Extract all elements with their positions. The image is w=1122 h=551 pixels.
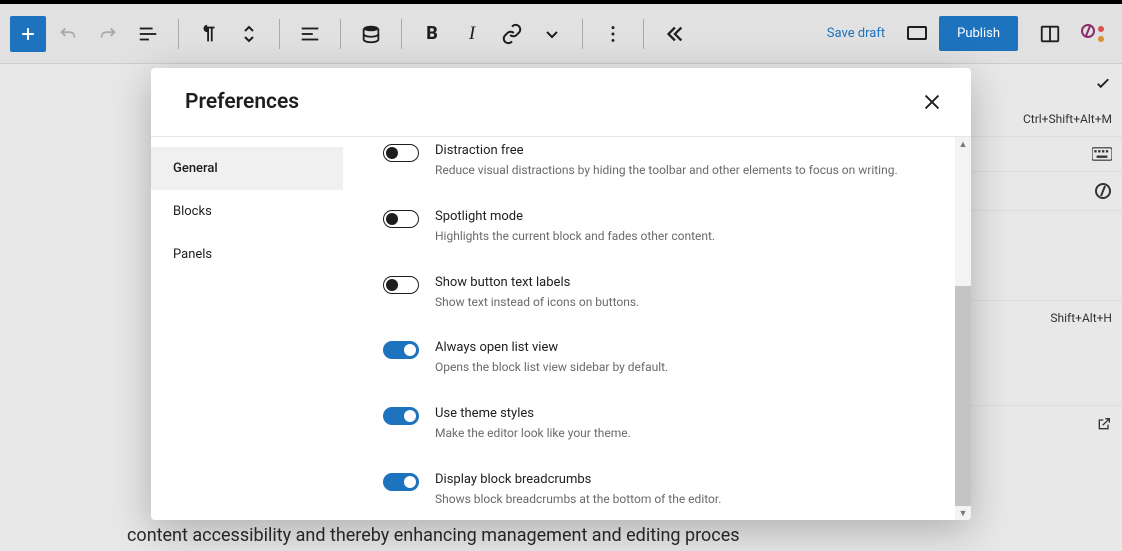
close-icon	[921, 91, 943, 113]
preferences-modal: Preferences General Blocks Panels Distra…	[151, 68, 971, 520]
toggle-breadcrumbs[interactable]	[383, 473, 419, 491]
tab-blocks[interactable]: Blocks	[151, 190, 343, 233]
pref-desc: Show text instead of icons on buttons.	[435, 294, 915, 311]
pref-label: Use theme styles	[435, 406, 917, 421]
pref-spotlight-mode: Spotlight mode Highlights the current bl…	[383, 197, 917, 263]
pref-label: Distraction free	[435, 143, 917, 158]
scrollbar[interactable]: ▲ ▼	[955, 137, 971, 520]
pref-desc: Shows block breadcrumbs at the bottom of…	[435, 491, 915, 508]
pref-desc: Opens the block list view sidebar by def…	[435, 359, 915, 376]
toggle-spotlight-mode[interactable]	[383, 210, 419, 228]
pref-theme-styles: Use theme styles Make the editor look li…	[383, 394, 917, 460]
pref-desc: Reduce visual distractions by hiding the…	[435, 162, 915, 179]
toggle-theme-styles[interactable]	[383, 407, 419, 425]
pref-desc: Make the editor look like your theme.	[435, 425, 915, 442]
modal-title: Preferences	[185, 90, 299, 114]
pref-label: Always open list view	[435, 340, 917, 355]
scroll-thumb[interactable]	[955, 286, 971, 506]
preferences-content: Distraction free Reduce visual distracti…	[343, 137, 955, 520]
toggle-button-labels[interactable]	[383, 276, 419, 294]
pref-breadcrumbs: Display block breadcrumbs Shows block br…	[383, 460, 917, 520]
tab-panels[interactable]: Panels	[151, 233, 343, 276]
scroll-up-arrow[interactable]: ▲	[955, 137, 971, 151]
pref-label: Show button text labels	[435, 275, 917, 290]
pref-label: Display block breadcrumbs	[435, 472, 917, 487]
pref-button-labels: Show button text labels Show text instea…	[383, 263, 917, 329]
pref-list-view: Always open list view Opens the block li…	[383, 328, 917, 394]
pref-label: Spotlight mode	[435, 209, 917, 224]
toggle-list-view[interactable]	[383, 341, 419, 359]
pref-desc: Highlights the current block and fades o…	[435, 228, 915, 245]
toggle-distraction-free[interactable]	[383, 144, 419, 162]
pref-distraction-free: Distraction free Reduce visual distracti…	[383, 143, 917, 197]
tab-general[interactable]: General	[151, 147, 343, 190]
close-button[interactable]	[921, 91, 943, 113]
preferences-sidebar: General Blocks Panels	[151, 137, 343, 520]
modal-overlay: Preferences General Blocks Panels Distra…	[0, 0, 1122, 551]
scroll-down-arrow[interactable]: ▼	[955, 506, 971, 520]
